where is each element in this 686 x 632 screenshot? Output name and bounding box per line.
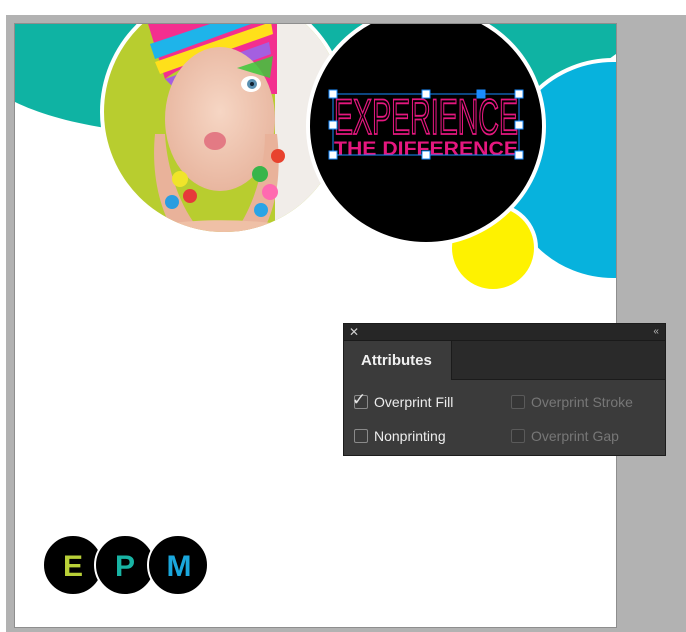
handle-mr[interactable]: [514, 120, 524, 130]
overprint-fill-label: Overprint Fill: [374, 394, 454, 410]
overprint-stroke-checkbox[interactable]: Overprint Stroke: [511, 394, 661, 412]
overprint-gap-box[interactable]: [511, 429, 525, 443]
handle-bl[interactable]: [328, 150, 338, 160]
close-icon[interactable]: ✕: [349, 325, 359, 339]
nonprinting-box[interactable]: [354, 429, 368, 443]
overprint-stroke-label: Overprint Stroke: [531, 394, 633, 410]
handle-tr[interactable]: [514, 89, 524, 99]
tab-attributes-label: Attributes: [361, 352, 432, 369]
panel-tab-strip: Attributes: [344, 341, 665, 380]
handle-br[interactable]: [514, 150, 524, 160]
collapse-icon[interactable]: ‹‹: [653, 325, 659, 339]
nonprinting-checkbox[interactable]: Nonprinting: [354, 428, 504, 446]
handle-bm[interactable]: [421, 150, 431, 160]
handle-anchor[interactable]: [476, 89, 486, 99]
overprint-gap-label: Overprint Gap: [531, 428, 619, 444]
logo-letter-m: M: [167, 550, 192, 583]
epm-logo[interactable]: E P M: [42, 534, 209, 596]
handle-tm[interactable]: [421, 89, 431, 99]
handle-ml[interactable]: [328, 120, 338, 130]
tab-attributes[interactable]: Attributes: [344, 341, 452, 380]
logo-letter-e: E: [63, 550, 83, 583]
attributes-panel[interactable]: ✕ ‹‹ Attributes ✓ Overprint Fill Overpri…: [343, 323, 666, 456]
overprint-fill-checkbox[interactable]: ✓ Overprint Fill: [352, 390, 504, 412]
nonprinting-label: Nonprinting: [374, 428, 446, 444]
checkmark-icon: ✓: [352, 390, 367, 409]
overprint-gap-checkbox[interactable]: Overprint Gap: [511, 428, 661, 446]
handle-tl[interactable]: [328, 89, 338, 99]
panel-titlebar[interactable]: ✕ ‹‹: [344, 324, 665, 341]
logo-letter-p: P: [115, 550, 135, 583]
overprint-stroke-box[interactable]: [511, 395, 525, 409]
